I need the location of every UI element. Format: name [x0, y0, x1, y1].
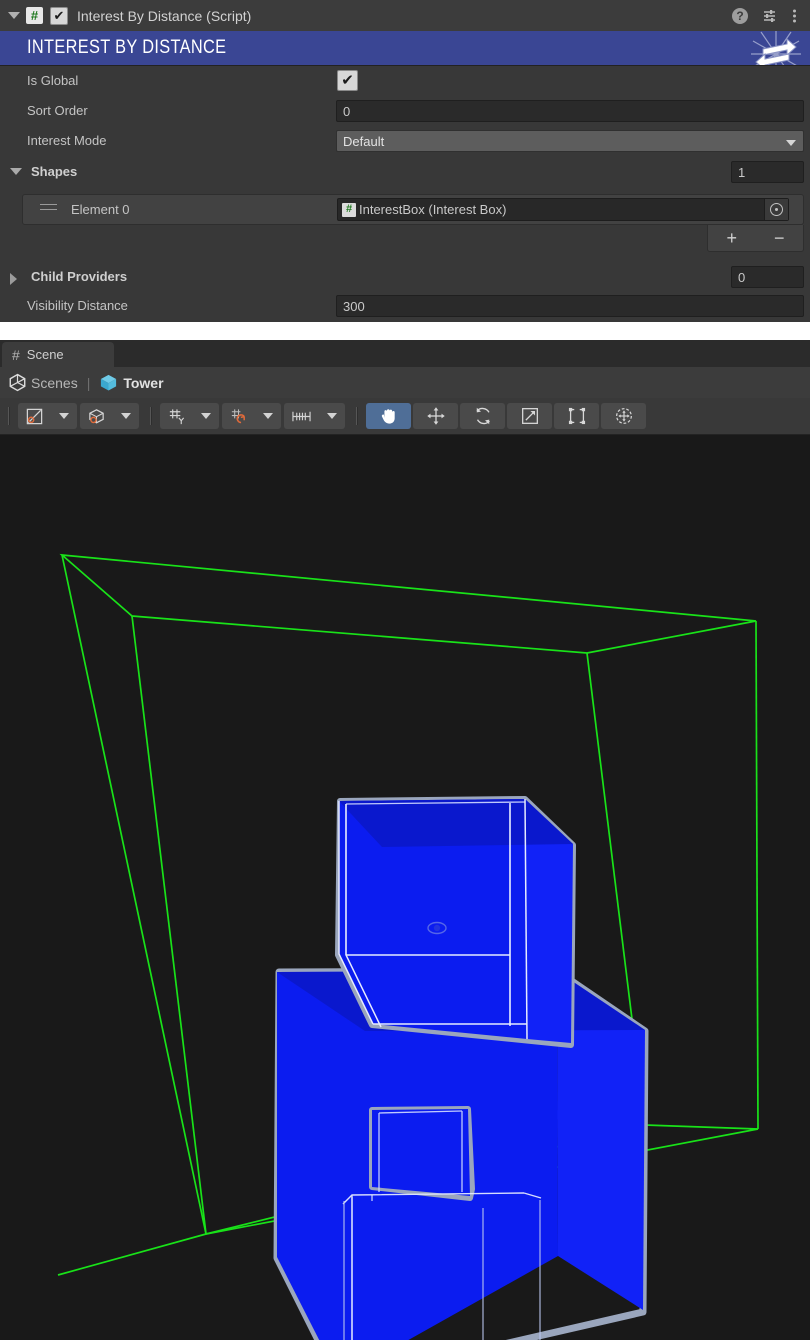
row-label-sort-order: Sort Order	[27, 103, 88, 118]
ruler-icon[interactable]	[284, 403, 319, 429]
hand-icon	[378, 405, 400, 427]
chevron-down-icon	[201, 413, 211, 419]
hand-tool-button[interactable]	[366, 403, 411, 429]
array-size-buttons: + −	[707, 225, 804, 252]
tower-middle-box	[338, 799, 573, 1045]
rotate-tool-button[interactable]	[460, 403, 505, 429]
row-label-child-providers: Child Providers	[31, 269, 127, 284]
preset-icon[interactable]	[762, 8, 778, 24]
draw-mode-group[interactable]	[18, 403, 77, 429]
tab-scene[interactable]: # Scene	[2, 342, 114, 367]
component-header-icons: ?	[732, 8, 810, 24]
panel-divider	[0, 322, 810, 340]
breadcrumb-current[interactable]: Tower	[123, 375, 163, 391]
shading-mode-group[interactable]	[80, 403, 139, 429]
rotate-icon	[472, 405, 494, 427]
toolbar-separator	[150, 407, 152, 425]
grid-snap-icon[interactable]	[222, 403, 255, 429]
grid-axis-group[interactable]	[160, 403, 219, 429]
draw-mode-dropdown[interactable]	[51, 403, 77, 429]
breadcrumb-separator: |	[87, 375, 91, 391]
shaded-wireframe-icon[interactable]	[18, 403, 51, 429]
row-interest-mode: Interest Mode Default	[0, 126, 810, 156]
script-badge-icon: #	[342, 203, 356, 217]
row-visibility-distance: Visibility Distance 300	[0, 291, 810, 321]
shading-mode-dropdown[interactable]	[113, 403, 139, 429]
component-header[interactable]: # ✔ Interest By Distance (Script) ?	[0, 0, 810, 32]
kebab-menu-icon[interactable]	[792, 8, 797, 24]
rect-tool-button[interactable]	[554, 403, 599, 429]
inspector-panel: # ✔ Interest By Distance (Script) ? INTE…	[0, 0, 810, 322]
tower-top-box	[372, 1109, 472, 1198]
triangle-down-icon[interactable]	[10, 168, 22, 175]
drag-handle-icon[interactable]	[40, 204, 57, 213]
breadcrumb-scenes[interactable]: Scenes	[31, 375, 78, 391]
move-tool-button[interactable]	[413, 403, 458, 429]
help-icon[interactable]: ?	[732, 8, 748, 24]
scale-tool-button[interactable]	[507, 403, 552, 429]
combined-transform-icon	[613, 405, 635, 427]
interest-mode-dropdown[interactable]: Default	[336, 130, 804, 152]
child-providers-count-input[interactable]: 0	[731, 266, 804, 288]
chevron-down-icon	[121, 413, 131, 419]
interest-mode-value: Default	[343, 134, 384, 149]
sort-order-input[interactable]: 0	[336, 100, 804, 122]
tab-strip: # Scene	[0, 340, 810, 367]
move-arrows-icon	[425, 405, 447, 427]
banner-title: INTEREST BY DISTANCE	[27, 37, 226, 59]
grid-axis-icon[interactable]	[160, 403, 193, 429]
array-element-row[interactable]: Element 0 # InterestBox (Interest Box)	[22, 194, 804, 225]
scene-viewport[interactable]	[0, 435, 810, 1340]
triangle-down-icon[interactable]	[8, 12, 20, 19]
row-label-interest-mode: Interest Mode	[27, 133, 107, 148]
row-child-providers[interactable]: Child Providers 0	[0, 262, 810, 292]
scene-panel: # Scene Scenes | Tower	[0, 340, 810, 1340]
tab-scene-label: Scene	[27, 347, 64, 362]
object-picker-icon[interactable]	[764, 199, 788, 220]
toolbar-separator	[356, 407, 358, 425]
exchange-arrows-icon	[749, 31, 803, 66]
is-global-checkbox[interactable]: ✔	[337, 70, 358, 91]
chevron-down-icon	[59, 413, 69, 419]
component-banner: INTEREST BY DISTANCE	[0, 31, 810, 66]
scene-toolbar	[0, 398, 810, 435]
row-is-global: Is Global ✔	[0, 66, 810, 96]
toolbar-separator	[8, 407, 10, 425]
component-enabled-checkbox[interactable]: ✔	[50, 7, 68, 25]
row-shapes[interactable]: Shapes 1	[0, 157, 810, 187]
gizmo-front-edges	[58, 1234, 206, 1275]
transform-tool-button[interactable]	[601, 403, 646, 429]
scene-render	[0, 435, 810, 1340]
element-object-value: InterestBox (Interest Box)	[359, 202, 506, 217]
shading-cube-icon[interactable]	[80, 403, 113, 429]
scale-icon	[519, 405, 541, 427]
row-label-is-global: Is Global	[27, 73, 78, 88]
component-title: Interest By Distance (Script)	[77, 8, 251, 24]
grid-snap-dropdown[interactable]	[255, 403, 281, 429]
chevron-down-icon	[263, 413, 273, 419]
element-label: Element 0	[71, 202, 130, 217]
chevron-down-icon	[786, 140, 796, 146]
chevron-down-icon	[327, 413, 337, 419]
row-label-shapes: Shapes	[31, 164, 77, 179]
triangle-right-icon[interactable]	[10, 273, 17, 285]
visibility-distance-input[interactable]: 300	[336, 295, 804, 317]
grid-size-dropdown[interactable]	[319, 403, 345, 429]
grid-size-group[interactable]	[284, 403, 345, 429]
array-add-button[interactable]: +	[726, 229, 737, 247]
grid-icon: #	[12, 348, 20, 362]
breadcrumb: Scenes | Tower	[0, 367, 810, 399]
grid-snap-group[interactable]	[222, 403, 281, 429]
prefab-cube-icon	[99, 373, 118, 392]
rect-transform-icon	[566, 405, 588, 427]
unity-logo-icon	[8, 373, 27, 392]
shapes-count-input[interactable]: 1	[731, 161, 804, 183]
script-badge-icon: #	[26, 7, 43, 24]
grid-axis-dropdown[interactable]	[193, 403, 219, 429]
array-remove-button[interactable]: −	[774, 229, 785, 247]
element-object-field[interactable]: # InterestBox (Interest Box)	[337, 198, 789, 221]
row-sort-order: Sort Order 0	[0, 96, 810, 126]
row-label-visibility-distance: Visibility Distance	[27, 298, 128, 313]
